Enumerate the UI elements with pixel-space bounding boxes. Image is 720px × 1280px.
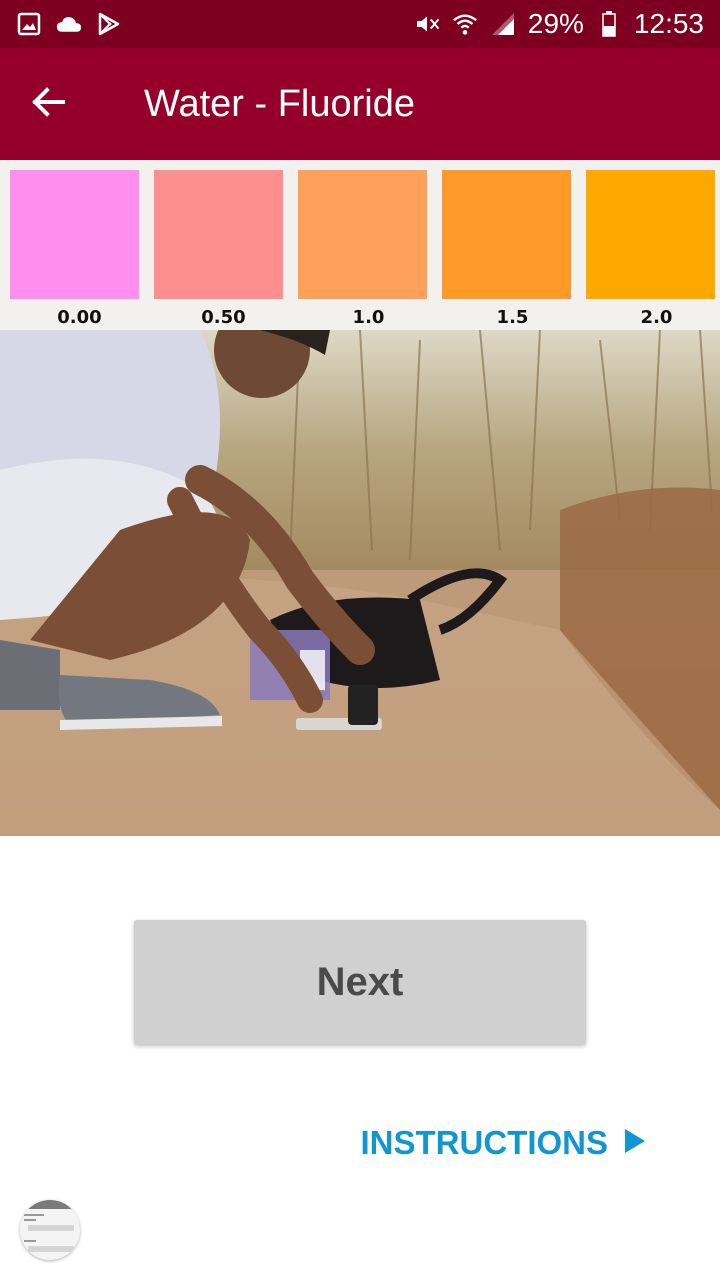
back-button[interactable] [0,48,96,160]
swatch-label-2: 1.0 [352,307,385,328]
color-swatch-2 [298,170,427,299]
status-notifications [16,11,122,37]
cloud-icon [56,11,82,37]
swatch-label-0: 0.00 [57,307,102,328]
swatch-label-3: 1.5 [496,307,529,328]
next-button[interactable]: Next [134,920,586,1044]
app-bar: Water - Fluoride [0,48,720,160]
swatch-label-4: 2.0 [640,307,673,328]
arrow-left-icon [31,86,65,122]
image-icon [16,11,42,37]
instructions-label: INSTRUCTIONS [360,1124,609,1161]
status-bar: 29% 12:53 [0,0,720,48]
battery-icon [596,11,622,37]
battery-percent: 29% [527,8,584,39]
color-swatch-3 [442,170,571,299]
play-store-icon [96,11,122,37]
color-swatch-0 [10,170,139,299]
field-test-photo [0,330,720,836]
page-title: Water - Fluoride [144,82,415,125]
swatch-label-1: 0.50 [201,307,246,328]
instructions-link[interactable]: INSTRUCTIONS [361,1120,647,1166]
wifi-icon [452,11,478,37]
mute-icon [414,11,440,37]
color-swatch-1 [154,170,283,299]
signal-icon [490,11,516,37]
color-swatch-4 [586,170,715,299]
preview-thumbnail[interactable] [20,1200,80,1260]
play-triangle-icon [624,1124,646,1162]
color-chart: 0.00 0.50 1.0 1.5 2.0 [0,160,720,330]
clock: 12:53 [633,8,704,39]
